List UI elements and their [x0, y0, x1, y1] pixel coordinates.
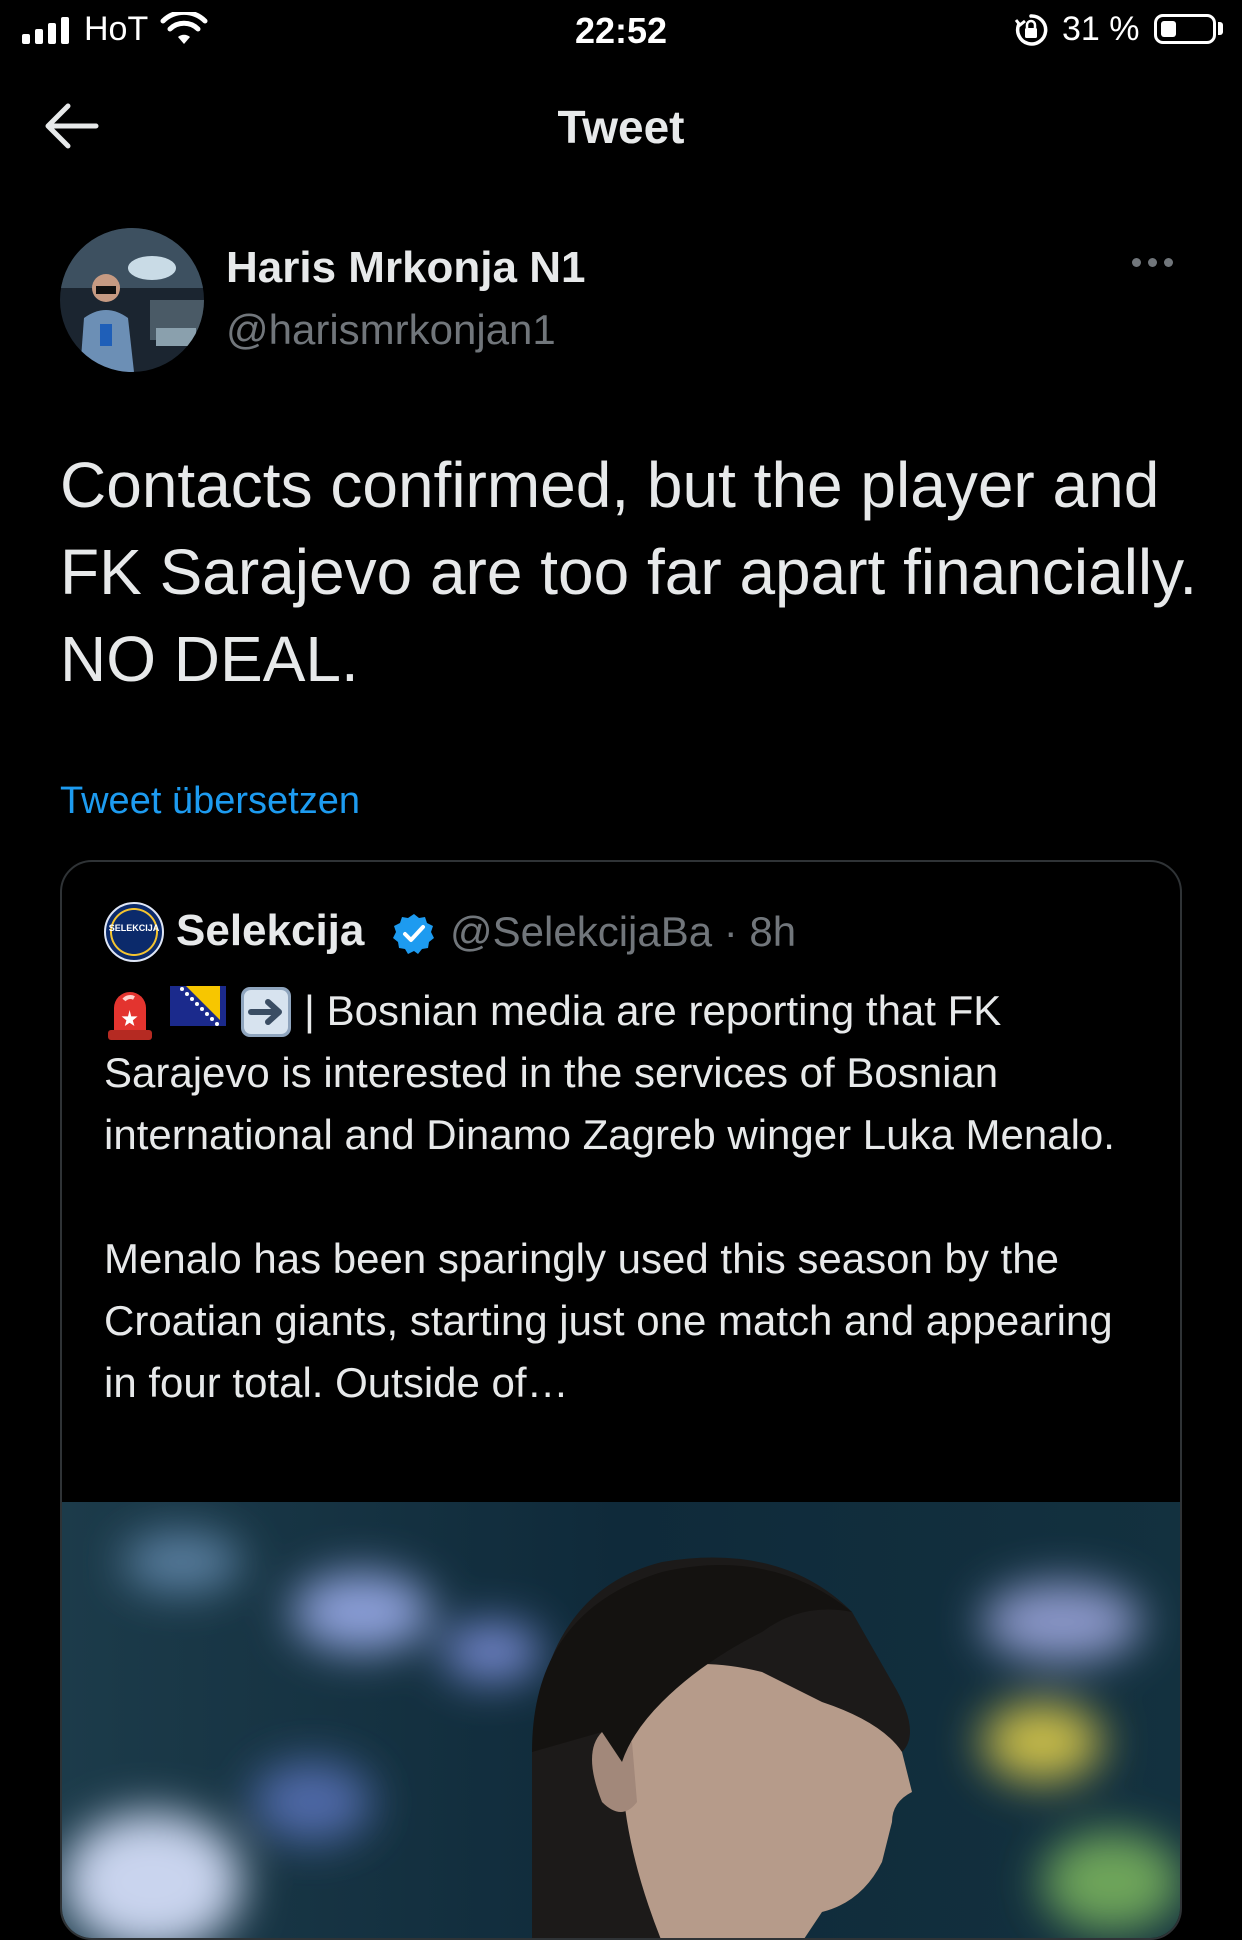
- verified-badge-icon: [393, 914, 434, 954]
- author-avatar[interactable]: [60, 228, 204, 372]
- battery-icon: [1154, 14, 1216, 44]
- battery-cap: [1218, 22, 1223, 35]
- quoted-tweet-image[interactable]: [62, 1502, 1180, 1938]
- siren-emoji: [108, 991, 152, 1040]
- orientation-lock-icon: [1014, 14, 1048, 46]
- author-name[interactable]: Haris Mrkonja N1: [226, 243, 585, 293]
- avatar-photo: [60, 228, 204, 372]
- emoji-group: [104, 985, 292, 1042]
- quoted-paragraph-2: Menalo has been sparingly used this seas…: [104, 1235, 1113, 1406]
- more-options-icon[interactable]: [1132, 258, 1173, 267]
- right-arrow-emoji: [241, 986, 291, 1037]
- tweet-text: Contacts confirmed, but the player and F…: [60, 449, 1198, 695]
- quoted-avatar-text: SELEKCIJA: [108, 923, 160, 933]
- battery-percent: 31 %: [1062, 10, 1140, 48]
- translate-link[interactable]: Tweet übersetzen: [60, 780, 360, 823]
- quoted-tweet-card[interactable]: SELEKCIJA Selekcija @SelekcijaBa · 8h | …: [60, 860, 1182, 1940]
- bosnia-flag-emoji: [170, 985, 226, 1026]
- page-title: Tweet: [557, 101, 685, 153]
- status-time: 22:52: [574, 10, 668, 51]
- quoted-author-avatar[interactable]: SELEKCIJA: [104, 902, 164, 962]
- quoted-author-name[interactable]: Selekcija: [176, 906, 364, 956]
- quoted-author-handle[interactable]: @SelekcijaBa · 8h: [450, 908, 796, 956]
- status-bar: HoT 22:52 31 %: [0, 0, 1242, 64]
- author-handle[interactable]: @harismrkonjan1: [226, 306, 556, 354]
- player-photo: [62, 1502, 1180, 1938]
- quoted-tweet-text: | Bosnian media are reporting that FK Sa…: [104, 980, 1154, 1414]
